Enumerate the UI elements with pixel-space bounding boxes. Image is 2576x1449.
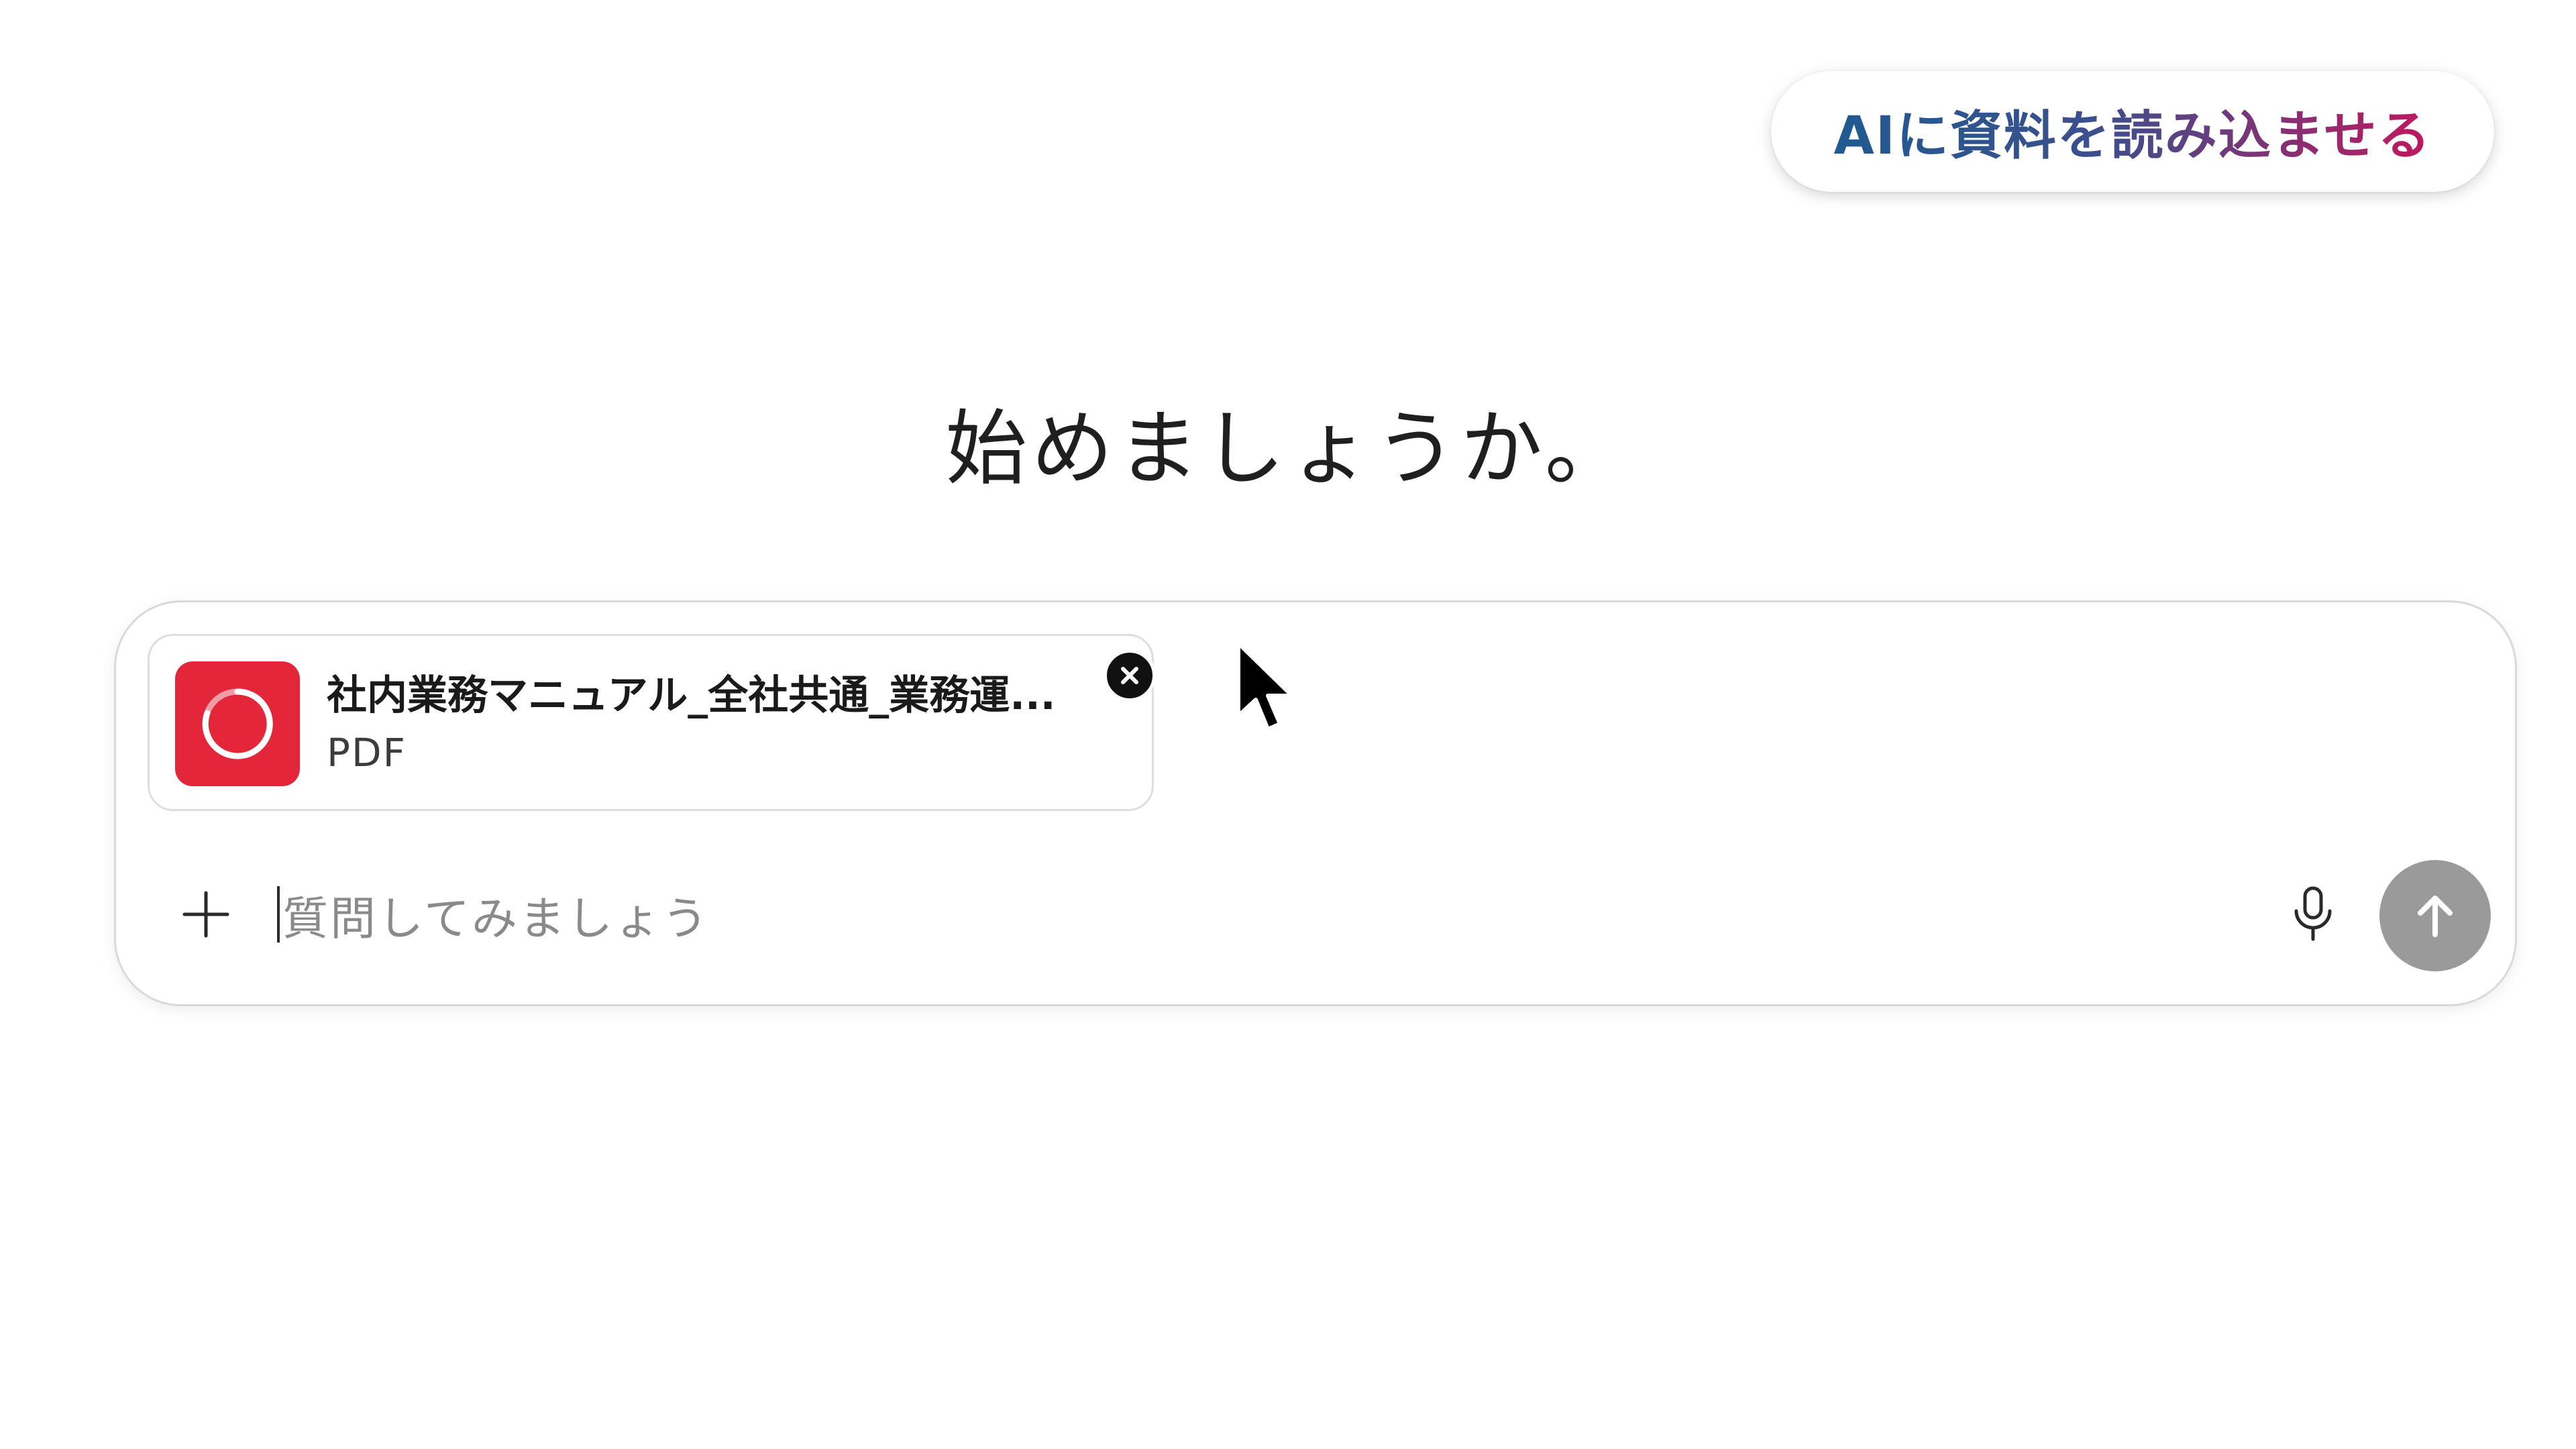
file-thumbnail [175, 661, 300, 786]
chat-composer: 社内業務マニュアル_全社共通_業務運... PDF 質問してみましょう [114, 600, 2517, 1006]
attachment-file-name: 社内業務マニュアル_全社共通_業務運... [327, 672, 1056, 719]
attachment-file-type: PDF [327, 730, 407, 775]
attachment-chip[interactable]: 社内業務マニュアル_全社共通_業務運... PDF [148, 634, 1156, 811]
remove-attachment-button[interactable] [1104, 649, 1156, 702]
caption-text: AIに資料を読み込ませる [1833, 94, 2431, 169]
caption-pill: AIに資料を読み込ませる [1771, 71, 2494, 192]
mouse-cursor-icon [1236, 641, 1294, 731]
page: AIに資料を読み込ませる 始めましょうか。 社内業務マニュアル_全社共通_業務運… [0, 0, 2576, 1449]
add-button[interactable] [172, 881, 239, 948]
question-input-placeholder: 質問してみましょう [282, 892, 710, 946]
close-icon [1121, 667, 1138, 684]
send-button[interactable] [2379, 860, 2491, 971]
plus-icon [182, 891, 229, 938]
text-caret [277, 886, 280, 943]
microphone-button[interactable] [2276, 877, 2350, 951]
loading-ring-icon [202, 688, 273, 759]
page-heading: 始めましょうか。 [945, 401, 1631, 496]
arrow-up-icon [2418, 896, 2453, 937]
microphone-icon [2294, 886, 2332, 941]
question-input[interactable]: 質問してみましょう [277, 877, 2222, 951]
